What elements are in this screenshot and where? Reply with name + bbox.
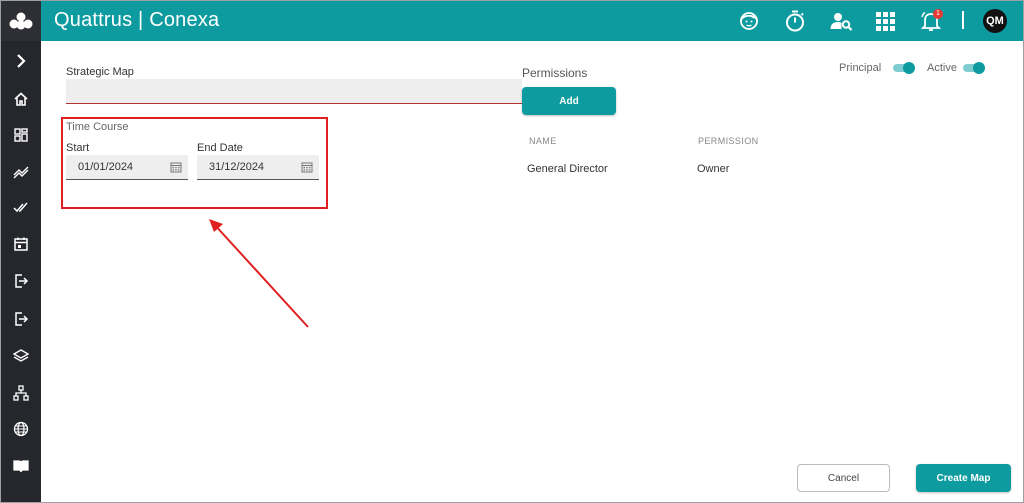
column-header-permission: PERMISSION [698,136,759,146]
time-course-title: Time Course [66,121,129,133]
calendar-icon[interactable] [170,161,182,173]
end-date-value: 31/12/2024 [209,161,265,173]
sidebar [1,1,41,502]
active-toggle[interactable] [963,62,985,74]
calendar-icon[interactable] [301,161,313,173]
login-icon[interactable] [1,267,41,295]
permissions-title: Permissions [522,66,588,80]
principal-toggle-label: Principal [839,62,882,74]
start-date-field[interactable]: 01/01/2024 [66,155,188,180]
apps-grid-icon[interactable] [871,7,899,35]
end-date-label: End Date [197,142,243,154]
bell-icon[interactable]: 1 [917,7,945,35]
app-logo[interactable] [1,1,41,41]
top-bar: Quattrus | Conexa 1 QM [41,1,1023,41]
trend-icon[interactable] [1,157,41,185]
annotation-arrow [209,219,309,328]
start-date-value: 01/01/2024 [78,161,134,173]
notification-badge: 1 [933,9,943,19]
app-title: Quattrus | Conexa [54,9,220,31]
add-permission-button[interactable]: Add [522,87,616,115]
logo-dots-icon [9,12,33,30]
end-date-field[interactable]: 31/12/2024 [197,155,319,180]
dashboard-icon[interactable] [1,121,41,149]
app-window: Quattrus | Conexa 1 QM Strategic Map Per… [0,0,1024,503]
hierarchy-icon[interactable] [1,379,41,407]
book-icon[interactable] [1,452,41,480]
double-check-icon[interactable] [1,193,41,221]
toggle-knob [903,62,915,74]
principal-toggle[interactable] [893,62,915,74]
user-avatar[interactable]: QM [983,9,1007,33]
strategic-map-input[interactable] [66,79,522,104]
active-toggle-label: Active [927,62,957,74]
permission-row-name: General Director [527,163,608,175]
expand-chevron-icon[interactable] [1,47,41,75]
stopwatch-icon[interactable] [781,7,809,35]
home-icon[interactable] [1,85,41,113]
permission-row-permission: Owner [697,163,730,175]
create-map-button[interactable]: Create Map [916,464,1011,492]
cancel-button[interactable]: Cancel [797,464,890,492]
start-date-label: Start [66,142,90,154]
user-search-icon[interactable] [827,7,855,35]
logout-icon[interactable] [1,305,41,333]
header-divider [962,11,964,29]
globe-icon[interactable] [1,415,41,443]
column-header-name: NAME [529,136,557,146]
layers-icon[interactable] [1,342,41,370]
toggle-knob [973,62,985,74]
support-agent-icon[interactable] [735,7,763,35]
strategic-map-label: Strategic Map [66,66,134,78]
calendar-icon[interactable] [1,230,41,258]
